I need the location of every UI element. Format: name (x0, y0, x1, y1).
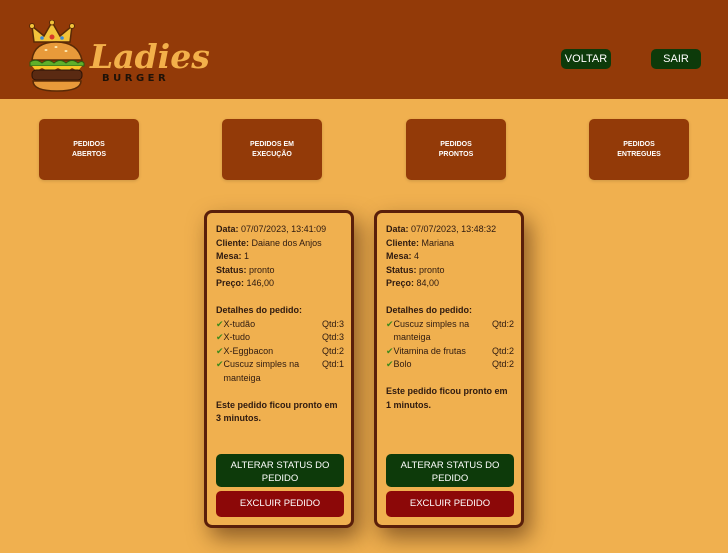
order-card: Data: 07/07/2023, 13:48:32 Cliente: Mari… (374, 210, 524, 528)
order-note: Este pedido ficou pronto em 3 minutos. (216, 399, 338, 424)
nav-label: PEDIDOS EM EXECUÇÃO (250, 140, 294, 158)
excluir-pedido-button[interactable]: EXCLUIR PEDIDO (216, 491, 344, 517)
order-item: ✔Cuscuz simples na manteiga Qtd:2 (386, 318, 514, 343)
nav-label: PEDIDOS PRONTOS (438, 140, 474, 158)
check-icon: ✔ (216, 332, 224, 342)
order-status: Status: pronto (216, 264, 275, 275)
order-status: Status: pronto (386, 264, 445, 275)
check-icon: ✔ (386, 345, 394, 356)
order-client: Cliente: Mariana (386, 237, 455, 248)
item-qty: Qtd:3 (321, 318, 344, 329)
item-qty: Qtd:2 (491, 345, 514, 356)
order-card: Data: 07/07/2023, 13:41:09 Cliente: Daia… (204, 210, 354, 528)
alterar-status-button[interactable]: ALTERAR STATUS DO PEDIDO (386, 454, 514, 487)
item-qty: Qtd:2 (491, 318, 514, 329)
order-item: ✔Bolo Qtd:2 (386, 358, 514, 372)
order-note: Este pedido ficou pronto em 1 minutos. (386, 386, 508, 410)
nav-label: PEDIDOS ABERTOS (71, 140, 107, 158)
alterar-status-button[interactable]: ALTERAR STATUS DO PEDIDO (216, 454, 344, 487)
check-icon: ✔ (216, 318, 224, 329)
order-items-heading: Detalhes do pedido: (386, 305, 473, 315)
order-items-heading: Detalhes do pedido: (216, 305, 303, 315)
order-item: ✔X-tudão Qtd:3 (216, 318, 344, 332)
item-qty: Qtd:1 (321, 359, 344, 369)
order-date: Data: 07/07/2023, 13:41:09 (216, 224, 327, 234)
excluir-pedido-button[interactable]: EXCLUIR PEDIDO (386, 491, 514, 517)
check-icon: ✔ (216, 345, 224, 356)
order-table: Mesa: 1 (216, 251, 250, 261)
nav-pedidos-em-execucao[interactable]: PEDIDOS EM EXECUÇÃO (222, 119, 322, 180)
order-details: Data: 07/07/2023, 13:48:32 Cliente: Mari… (386, 223, 514, 412)
item-qty: Qtd:2 (321, 345, 344, 356)
check-icon: ✔ (216, 359, 224, 369)
item-qty: Qtd:3 (321, 332, 344, 342)
brand-logo[interactable]: Ladies BURGER (28, 20, 210, 95)
burger-crown-logo-icon (29, 20, 85, 92)
check-icon: ✔ (386, 359, 394, 369)
order-client: Cliente: Daiane dos Anjos (216, 237, 322, 248)
brand-title: Ladies (90, 37, 210, 76)
order-price: Preço: 84,00 (386, 278, 440, 288)
order-date: Data: 07/07/2023, 13:48:32 (386, 224, 497, 234)
nav-pedidos-prontos[interactable]: PEDIDOS PRONTOS (406, 119, 506, 180)
voltar-button[interactable]: VOLTAR (561, 49, 611, 69)
brand-subtitle: BURGER (102, 73, 170, 84)
check-icon: ✔ (386, 318, 394, 329)
item-qty: Qtd:2 (491, 359, 514, 369)
nav-pedidos-entregues[interactable]: PEDIDOS ENTREGUES (589, 119, 689, 180)
order-price: Preço: 146,00 (216, 278, 275, 288)
nav-pedidos-abertos[interactable]: PEDIDOS ABERTOS (39, 119, 139, 180)
order-table: Mesa: 4 (386, 251, 420, 261)
order-item: ✔Vitamina de frutas Qtd:2 (386, 345, 514, 359)
order-item: ✔X-Eggbacon Qtd:2 (216, 345, 344, 359)
sair-button[interactable]: SAIR (651, 49, 701, 69)
nav-label: PEDIDOS ENTREGUES (617, 140, 661, 158)
order-item: ✔Cuscuz simples na manteiga Qtd:1 (216, 359, 344, 383)
order-details: Data: 07/07/2023, 13:41:09 Cliente: Daia… (216, 223, 344, 426)
header: Ladies BURGER VOLTAR SAIR (0, 0, 728, 99)
order-item: ✔X-tudo Qtd:3 (216, 331, 344, 345)
